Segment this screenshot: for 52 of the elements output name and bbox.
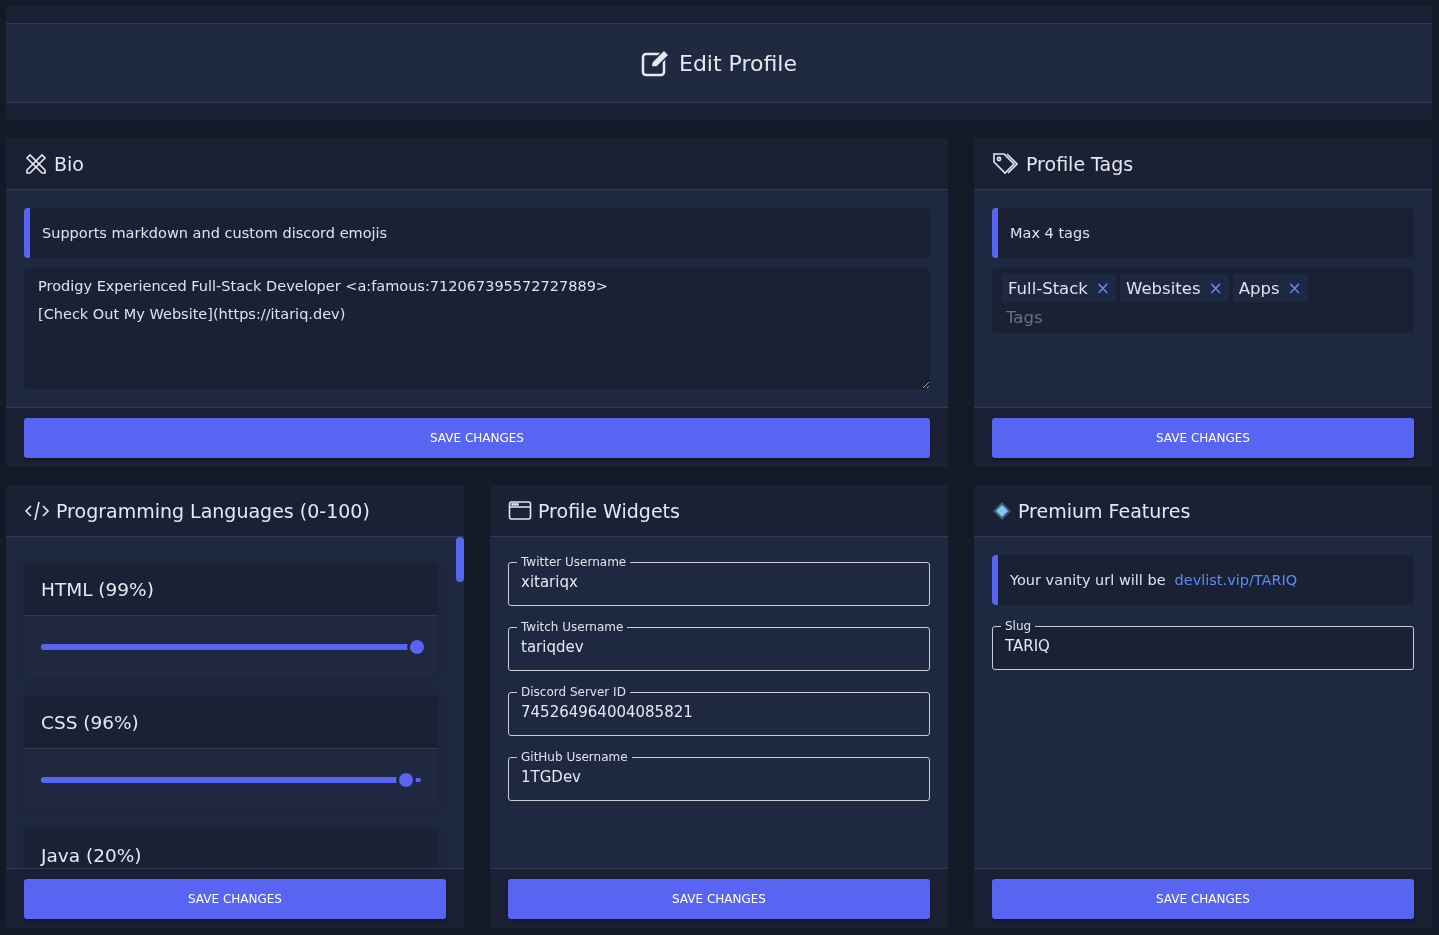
remove-tag-button[interactable]: × xyxy=(1287,278,1302,298)
slider-thumb[interactable] xyxy=(410,640,425,654)
scrollbar[interactable] xyxy=(456,537,464,582)
field-label: Slug xyxy=(1005,619,1032,633)
tag-label: Full-Stack xyxy=(1008,278,1088,298)
language-label: Java (20%) xyxy=(41,844,142,866)
tag-label: Websites xyxy=(1126,278,1201,298)
slug-input[interactable]: TARIQ xyxy=(1005,633,1401,661)
info-note: Your vanity url will be devlist.vip/TARIQ xyxy=(992,555,1414,605)
text-field[interactable]: GitHub Username 1TGDev xyxy=(508,750,930,801)
save-button[interactable]: SAVE CHANGES xyxy=(992,879,1414,919)
text-field[interactable]: Discord Server ID 745264964004085821 xyxy=(508,685,930,736)
pencil-ruler-icon xyxy=(24,151,48,176)
field-label: Twitter Username xyxy=(521,555,627,569)
text-input[interactable]: tariqdev xyxy=(521,634,917,662)
slider-thumb[interactable] xyxy=(398,773,413,787)
language-label: CSS (96%) xyxy=(41,711,139,733)
info-note: Supports markdown and custom discord emojis xyxy=(24,208,930,258)
bio-textarea[interactable]: Prodigy Experienced Full-Stack Developer <a:famous:712067395572727889> [Check Out My Website](https://itariq.dev) xyxy=(24,267,930,389)
edit-icon xyxy=(641,49,671,77)
tags-icon xyxy=(992,151,1020,176)
card-title: Premium Features xyxy=(1018,499,1191,522)
text-field[interactable]: Twitch Username tariqdev xyxy=(508,620,930,671)
slider[interactable] xyxy=(41,773,421,787)
text-input[interactable]: 745264964004085821 xyxy=(521,699,917,727)
text-field[interactable]: Twitter Username xitariqx xyxy=(508,555,930,606)
field-label: GitHub Username xyxy=(521,750,628,764)
save-button[interactable]: SAVE CHANGES xyxy=(24,879,446,919)
info-note: Max 4 tags xyxy=(992,208,1414,258)
tags-input[interactable]: Tags xyxy=(1002,302,1215,327)
card-title: Bio xyxy=(54,152,84,175)
slug-field[interactable]: Slug TARIQ xyxy=(992,619,1414,670)
tags-field[interactable]: Full-Stack × Websites × Apps × Tags xyxy=(992,268,1414,333)
vanity-url-link[interactable]: devlist.vip/TARIQ xyxy=(1174,572,1298,588)
card-title: Profile Tags xyxy=(1026,152,1134,175)
save-button[interactable]: SAVE CHANGES xyxy=(508,879,930,919)
code-icon xyxy=(24,499,50,522)
text-input[interactable]: 1TGDev xyxy=(521,764,917,792)
field-label: Twitch Username xyxy=(521,620,624,634)
save-button[interactable]: SAVE CHANGES xyxy=(992,418,1414,458)
browser-window-icon xyxy=(508,499,532,522)
card-title: Programming Languages (0-100) xyxy=(56,499,370,522)
text-input[interactable]: xitariqx xyxy=(521,569,917,597)
tag-label: Apps xyxy=(1238,278,1280,298)
remove-tag-button[interactable]: × xyxy=(1095,278,1111,298)
save-button[interactable]: SAVE CHANGES xyxy=(24,418,930,458)
remove-tag-button[interactable]: × xyxy=(1208,278,1223,298)
page-title: Edit Profile xyxy=(679,50,797,76)
diamond-icon xyxy=(992,500,1012,521)
language-label: HTML (99%) xyxy=(41,578,154,600)
field-label: Discord Server ID xyxy=(521,685,626,699)
card-title: Profile Widgets xyxy=(538,499,680,522)
